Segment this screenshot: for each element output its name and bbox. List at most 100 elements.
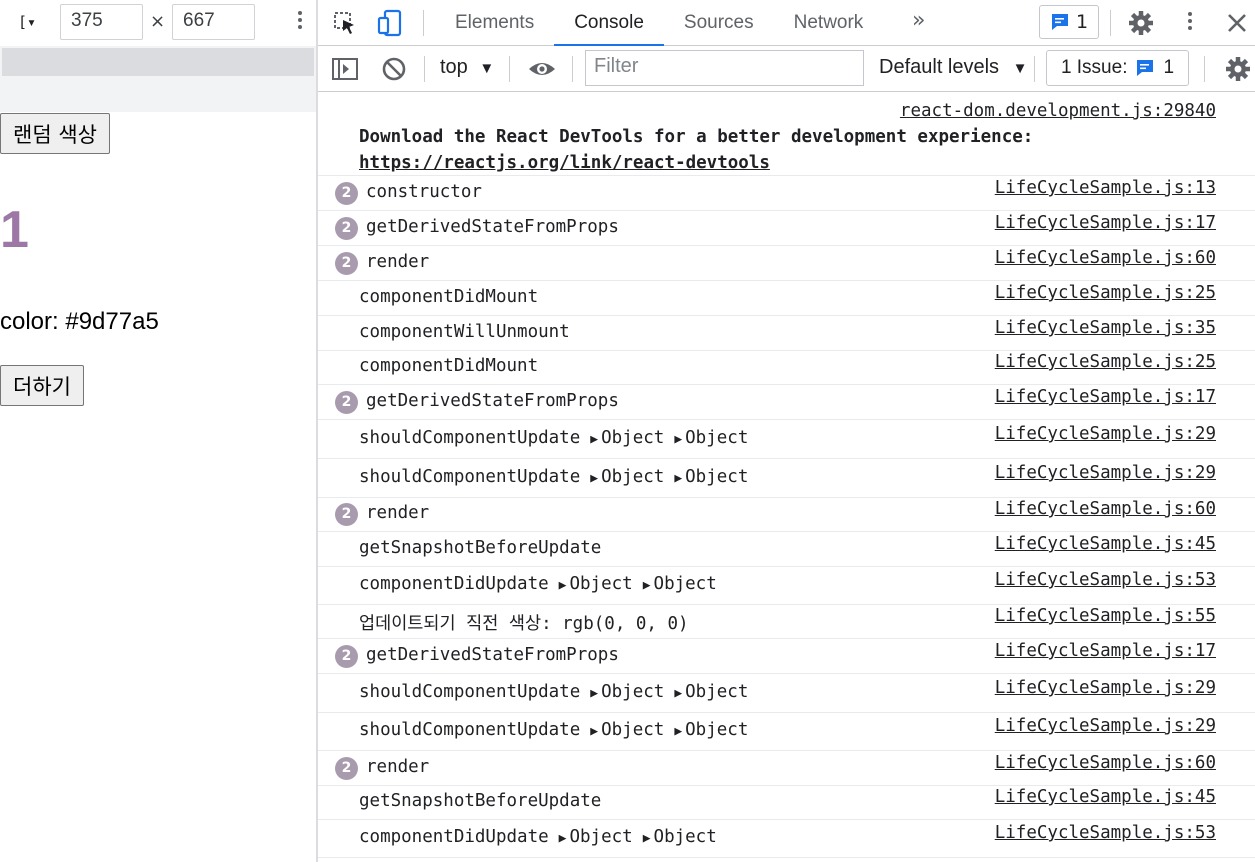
object-label: Object [685, 467, 749, 487]
random-color-button[interactable]: 랜덤 색상 [0, 113, 110, 154]
message-source-link[interactable]: LifeCycleSample.js:29 [995, 716, 1216, 736]
viewport-height-input[interactable]: 667 [172, 4, 255, 40]
react-devtools-link[interactable]: https://reactjs.org/link/react-devtools [359, 153, 770, 173]
devtools-panel: Elements Console Sources Network » 1 top… [318, 0, 1255, 862]
message-source-link[interactable]: LifeCycleSample.js:35 [995, 318, 1216, 338]
object-expander[interactable]: ▶ Object [643, 574, 717, 594]
object-label: Object [569, 827, 633, 847]
object-expander[interactable]: ▶ Object [559, 574, 633, 594]
object-expander[interactable]: ▶ Object [674, 720, 748, 740]
device-select-icon[interactable]: [▾ [18, 13, 36, 31]
object-expander[interactable]: ▶ Object [590, 467, 664, 487]
message-source-link[interactable]: LifeCycleSample.js:60 [995, 753, 1216, 773]
log-text: getDerivedStateFromProps [366, 391, 619, 411]
message-source-link[interactable]: LifeCycleSample.js:29 [995, 424, 1216, 444]
clear-console-icon[interactable] [379, 54, 409, 84]
message-source-link[interactable]: LifeCycleSample.js:25 [995, 352, 1216, 372]
message-source-link[interactable]: LifeCycleSample.js:17 [995, 213, 1216, 233]
device-toggle-icon[interactable] [376, 8, 406, 38]
tab-elements[interactable]: Elements [435, 0, 554, 46]
react-notice-text: Download the React DevTools for a better… [359, 127, 1034, 147]
inspect-element-icon[interactable] [330, 8, 360, 38]
tab-network[interactable]: Network [774, 0, 884, 46]
message-source-link[interactable]: react-dom.development.js:29840 [900, 101, 1216, 121]
message-source-link[interactable]: LifeCycleSample.js:53 [995, 823, 1216, 843]
filter-input[interactable]: Filter [585, 50, 864, 86]
settings-gear-icon[interactable] [1126, 8, 1156, 38]
console-message-row: 2 render LifeCycleSample.js:60 [318, 751, 1255, 786]
console-message-row: 2 getDerivedStateFromProps LifeCycleSample… [318, 639, 1255, 674]
log-text: getDerivedStateFromProps [366, 645, 619, 665]
console-message-row: shouldComponentUpdate ▶ Object ▶ Object LifeC… [318, 674, 1255, 713]
message-source-link[interactable]: LifeCycleSample.js:29 [995, 678, 1216, 698]
issues-button[interactable]: 1 Issue: 1 [1046, 50, 1189, 86]
devtools-tabs: Elements Console Sources Network [435, 0, 883, 46]
object-label: Object [601, 467, 665, 487]
object-expander[interactable]: ▶ Object [674, 682, 748, 702]
log-text: shouldComponentUpdate [359, 467, 581, 487]
log-levels-select[interactable]: Default levels ▼ [879, 56, 1027, 79]
toolbar-separator [424, 56, 425, 82]
tab-sources[interactable]: Sources [664, 0, 774, 46]
media-query-bar[interactable] [2, 48, 314, 76]
console-message-text: componentDidMount [359, 356, 538, 376]
device-more-options-icon[interactable] [292, 8, 308, 36]
message-source-link[interactable]: LifeCycleSample.js:29 [995, 463, 1216, 483]
messages-badge[interactable]: 1 [1039, 5, 1099, 39]
message-source-link[interactable]: LifeCycleSample.js:45 [995, 787, 1216, 807]
object-expander[interactable]: ▶ Object [559, 827, 633, 847]
message-source-link[interactable]: LifeCycleSample.js:17 [995, 641, 1216, 661]
tab-console[interactable]: Console [554, 0, 664, 46]
expand-triangle-icon: ▶ [642, 831, 651, 846]
console-message-row: shouldComponentUpdate ▶ Object ▶ Object LifeC… [318, 713, 1255, 751]
message-source-link[interactable]: LifeCycleSample.js:25 [995, 283, 1216, 303]
object-expander[interactable]: ▶ Object [643, 827, 717, 847]
console-message-text: constructor [366, 182, 482, 202]
more-tabs-icon[interactable]: » [912, 8, 925, 33]
object-expander[interactable]: ▶ Object [674, 467, 748, 487]
console-message-text: getDerivedStateFromProps [366, 217, 619, 237]
context-label: top [440, 56, 468, 78]
object-expander[interactable]: ▶ Object [590, 720, 664, 740]
chevron-down-icon: ▼ [479, 60, 495, 77]
object-expander[interactable]: ▶ Object [590, 428, 664, 448]
message-source-link[interactable]: LifeCycleSample.js:17 [995, 387, 1216, 407]
devtools-more-options-icon[interactable] [1183, 9, 1197, 33]
object-label: Object [601, 682, 665, 702]
message-source-link[interactable]: LifeCycleSample.js:55 [995, 606, 1216, 626]
console-message-row: componentDidMount LifeCycleSample.js:25 [318, 351, 1255, 385]
sidebar-toggle-icon[interactable] [330, 54, 360, 84]
issues-count: 1 [1163, 57, 1175, 78]
console-message-text: getDerivedStateFromProps [366, 391, 619, 411]
toolbar-separator [1110, 10, 1111, 36]
viewport-width-input[interactable]: 375 [60, 4, 143, 40]
console-settings-gear-icon[interactable] [1223, 54, 1253, 84]
console-message-text: Download the React DevTools for a better… [359, 124, 1217, 176]
console-message-row: componentDidUpdate ▶ Object ▶ Object LifeCycl… [318, 567, 1255, 605]
toolbar-separator [423, 10, 424, 36]
message-source-link[interactable]: LifeCycleSample.js:45 [995, 534, 1216, 554]
message-source-link[interactable]: LifeCycleSample.js:60 [995, 248, 1216, 268]
log-text: componentWillUnmount [359, 322, 570, 342]
log-text: shouldComponentUpdate [359, 682, 581, 702]
toolbar-separator [509, 56, 510, 82]
object-label: Object [685, 720, 749, 740]
console-message-row: shouldComponentUpdate ▶ Object ▶ Object LifeC… [318, 459, 1255, 498]
object-expander[interactable]: ▶ Object [674, 428, 748, 448]
context-select[interactable]: top ▼ [440, 56, 494, 79]
console-message-row: componentWillUnmount LifeCycleSample.js:3… [318, 316, 1255, 351]
console-message-text: getSnapshotBeforeUpdate [359, 538, 601, 558]
expand-triangle-icon: ▶ [558, 831, 567, 846]
message-source-link[interactable]: LifeCycleSample.js:13 [995, 178, 1216, 198]
console-entry-list: 2 constructor LifeCycleSample.js:13 2 getDer… [318, 176, 1255, 858]
live-expression-eye-icon[interactable] [527, 54, 557, 84]
message-source-link[interactable]: LifeCycleSample.js:60 [995, 499, 1216, 519]
repeat-count-badge: 2 [335, 252, 358, 275]
object-expander[interactable]: ▶ Object [590, 682, 664, 702]
expand-triangle-icon: ▶ [590, 471, 599, 486]
close-icon[interactable] [1222, 8, 1252, 38]
message-source-link[interactable]: LifeCycleSample.js:53 [995, 570, 1216, 590]
console-toolbar: top ▼ Filter Default levels ▼ 1 Issue: 1 [318, 46, 1255, 92]
console-message-row: 2 render LifeCycleSample.js:60 [318, 498, 1255, 532]
add-button[interactable]: 더하기 [0, 365, 84, 406]
